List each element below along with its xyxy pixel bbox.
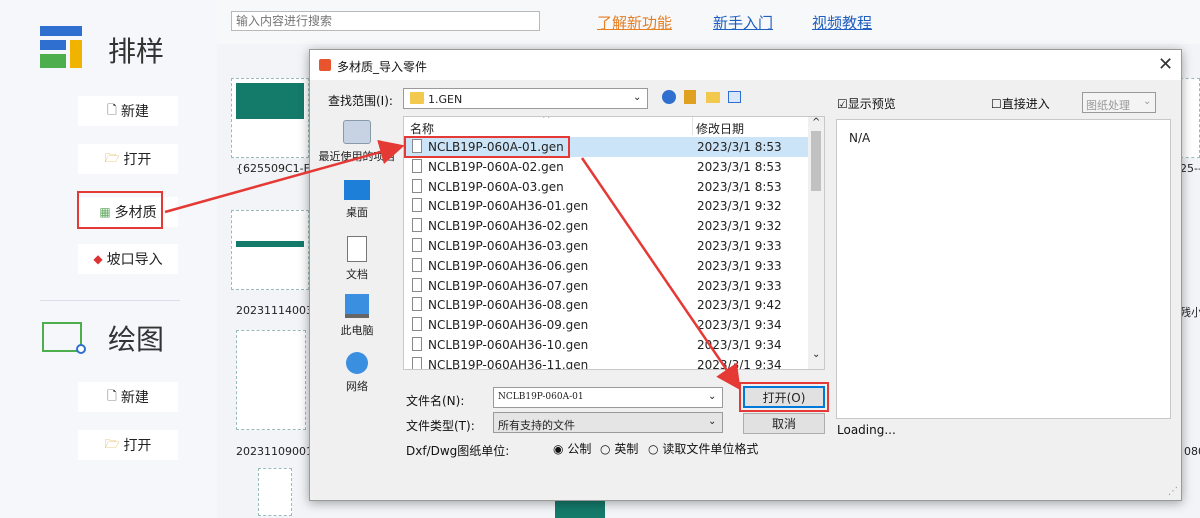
annotation-arrows xyxy=(164,139,741,391)
arrow-to-file xyxy=(164,139,405,214)
arrow-to-open xyxy=(580,157,741,391)
